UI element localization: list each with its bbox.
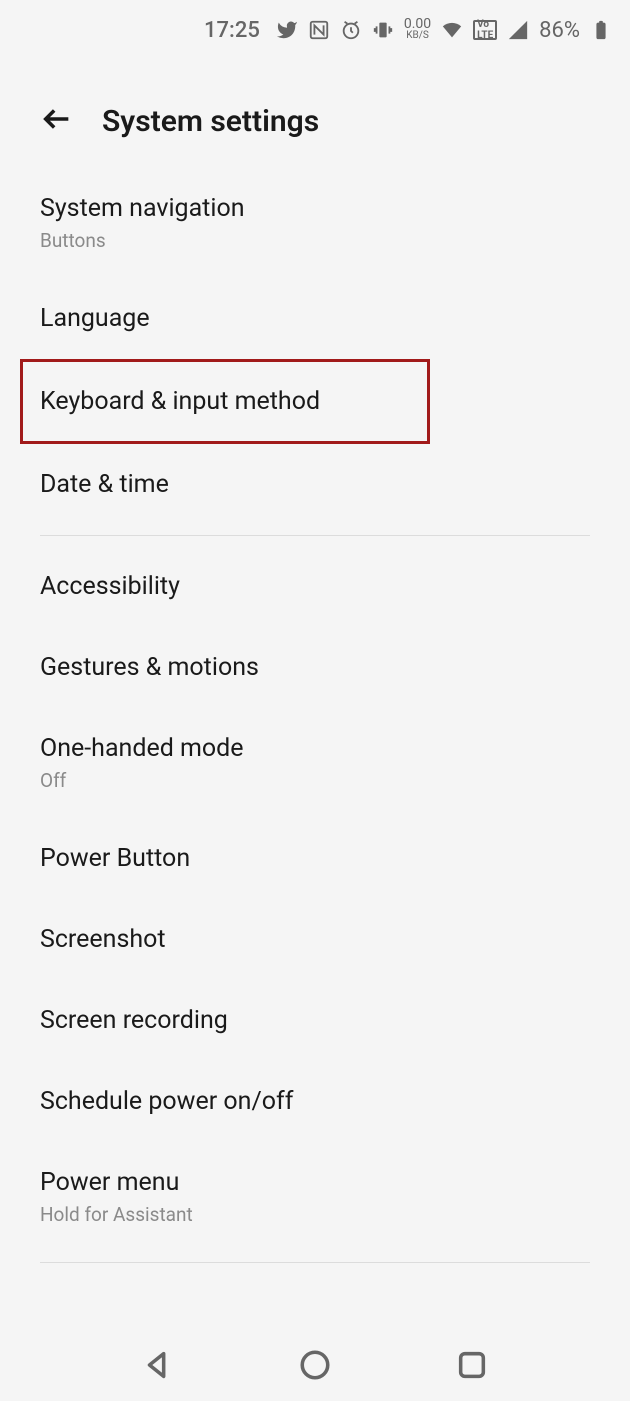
item-sub: Off <box>40 769 590 792</box>
navigation-bar <box>0 1333 630 1401</box>
item-label: Accessibility <box>40 572 590 601</box>
item-label: Keyboard & input method <box>40 387 590 416</box>
data-rate: 0.00KB/S <box>404 18 431 42</box>
item-label: Gestures & motions <box>40 653 590 682</box>
item-label: Power Button <box>40 844 590 873</box>
nav-home-button[interactable] <box>298 1348 332 1386</box>
item-label: Language <box>40 304 590 333</box>
nav-recents-button[interactable] <box>455 1348 489 1386</box>
item-sub: Hold for Assistant <box>40 1203 590 1226</box>
status-time: 17:25 <box>204 18 260 43</box>
vibrate-icon <box>372 19 394 41</box>
signal-icon <box>507 19 529 41</box>
back-button[interactable] <box>40 102 74 140</box>
nav-back-button[interactable] <box>141 1348 175 1386</box>
item-accessibility[interactable]: Accessibility <box>0 546 630 627</box>
page-title: System settings <box>102 104 319 139</box>
nfc-icon <box>308 19 330 41</box>
page-header: System settings <box>0 60 630 168</box>
status-bar: 17:25 0.00KB/S VoLTE 86% <box>0 0 630 60</box>
item-system-navigation[interactable]: System navigation Buttons <box>0 168 630 278</box>
battery-icon <box>590 19 612 41</box>
item-label: Date & time <box>40 470 590 499</box>
wifi-icon <box>441 19 463 41</box>
item-keyboard-input-method[interactable]: Keyboard & input method <box>0 359 630 444</box>
divider <box>40 1262 590 1263</box>
item-one-handed-mode[interactable]: One-handed mode Off <box>0 708 630 818</box>
divider <box>40 535 590 536</box>
item-label: Schedule power on/off <box>40 1087 590 1116</box>
volte-icon: VoLTE <box>473 20 497 40</box>
item-schedule-power[interactable]: Schedule power on/off <box>0 1061 630 1142</box>
item-date-time[interactable]: Date & time <box>0 444 630 525</box>
item-screenshot[interactable]: Screenshot <box>0 899 630 980</box>
battery-percent: 86% <box>539 18 580 43</box>
alarm-icon <box>340 19 362 41</box>
item-label: Power menu <box>40 1168 590 1197</box>
settings-list: System navigation Buttons Language Keybo… <box>0 168 630 1333</box>
item-sub: Buttons <box>40 229 590 252</box>
item-screen-recording[interactable]: Screen recording <box>0 980 630 1061</box>
twitter-icon <box>276 19 298 41</box>
item-power-menu[interactable]: Power menu Hold for Assistant <box>0 1142 630 1252</box>
item-label: System navigation <box>40 194 590 223</box>
item-label: Screenshot <box>40 925 590 954</box>
item-power-button[interactable]: Power Button <box>0 818 630 899</box>
item-label: One-handed mode <box>40 734 590 763</box>
item-gestures-motions[interactable]: Gestures & motions <box>0 627 630 708</box>
item-language[interactable]: Language <box>0 278 630 359</box>
item-label: Screen recording <box>40 1006 590 1035</box>
